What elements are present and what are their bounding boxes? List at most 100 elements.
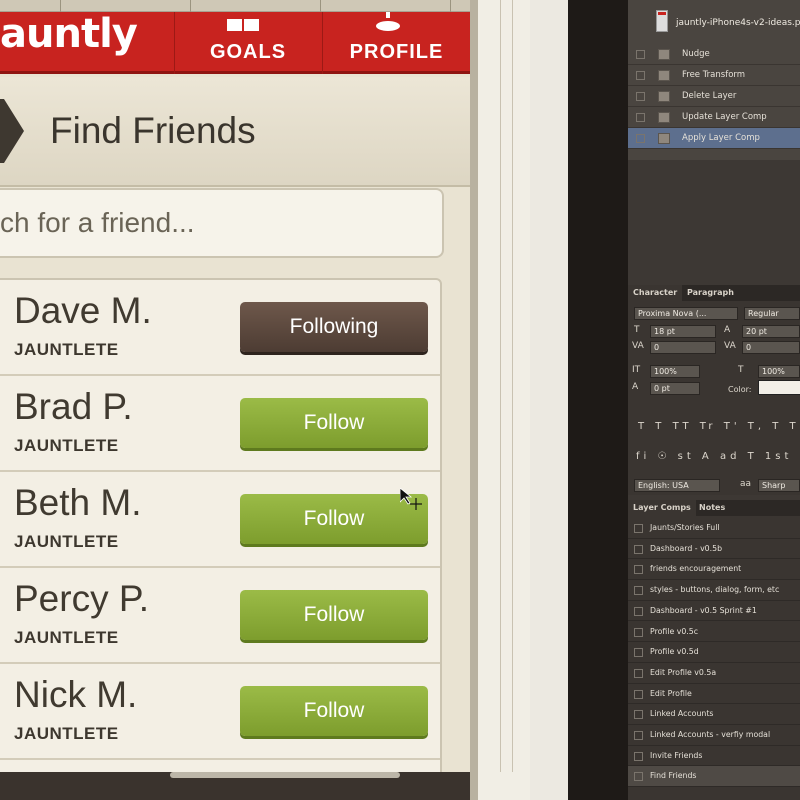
checkbox-icon[interactable] bbox=[634, 627, 643, 637]
person-icon bbox=[376, 12, 400, 31]
font-style-select[interactable]: Regular bbox=[744, 307, 800, 320]
friend-name: Beth M. bbox=[14, 482, 142, 523]
search-box[interactable] bbox=[0, 188, 444, 258]
back-arrow-icon[interactable] bbox=[0, 99, 24, 163]
text-color-swatch[interactable] bbox=[758, 380, 800, 395]
follow-button[interactable]: Follow bbox=[240, 590, 428, 640]
checkbox-icon[interactable] bbox=[634, 668, 643, 678]
layer-comp-label: Find Friends bbox=[650, 771, 697, 781]
move-cursor-icon bbox=[400, 488, 422, 510]
checkbox-icon[interactable] bbox=[636, 92, 645, 101]
checkbox-icon[interactable] bbox=[636, 50, 645, 59]
baseline-shift-field[interactable]: 0 pt bbox=[650, 382, 700, 395]
canvas-edge bbox=[470, 0, 478, 800]
checkbox-icon[interactable] bbox=[634, 751, 643, 761]
checkbox-icon[interactable] bbox=[636, 134, 645, 143]
list-item: Dave M. JAUNTLETE Following bbox=[0, 280, 440, 376]
guide-line bbox=[500, 0, 501, 772]
checkbox-icon[interactable] bbox=[634, 586, 643, 596]
antialias-select[interactable]: Sharp bbox=[758, 479, 800, 492]
checkbox-icon[interactable] bbox=[634, 524, 643, 533]
horizontal-scrollbar[interactable] bbox=[170, 772, 400, 778]
kerning-field[interactable]: 0 bbox=[650, 341, 716, 354]
layer-comp-label: Edit Profile v0.5a bbox=[650, 667, 717, 677]
history-step-icon bbox=[658, 133, 670, 144]
layer-comp-label: Invite Friends bbox=[650, 750, 703, 760]
checkbox-icon[interactable] bbox=[636, 113, 645, 122]
layer-comp-label: Linked Accounts - verfiy modal bbox=[650, 730, 771, 739]
layer-comp-item[interactable]: styles - buttons, dialog, form, etc bbox=[628, 580, 800, 601]
checkbox-icon[interactable] bbox=[634, 689, 643, 699]
checkbox-icon[interactable] bbox=[634, 565, 643, 575]
kerning-icon: VA bbox=[632, 341, 644, 351]
history-panel: jauntly-iPhone4s-v2-ideas.psd Nudge Free… bbox=[628, 0, 800, 160]
layer-comp-label: friends encouragement bbox=[650, 564, 742, 574]
app-header: auntly GOALS PROFILE bbox=[0, 12, 470, 74]
layer-comp-item[interactable]: Invite Friends bbox=[628, 746, 800, 767]
list-item: Beth M. JAUNTLETE Follow bbox=[0, 472, 440, 568]
friend-name: Dave M. bbox=[14, 290, 152, 331]
following-button[interactable]: Following bbox=[240, 302, 428, 352]
layer-comp-item[interactable]: Profile v0.5d bbox=[628, 642, 800, 663]
character-tabs: Character Paragraph bbox=[628, 285, 800, 301]
tab-paragraph[interactable]: Paragraph bbox=[682, 285, 739, 301]
tab-notes[interactable]: Notes bbox=[694, 500, 730, 516]
nav-profile[interactable]: PROFILE bbox=[323, 12, 470, 74]
baseline-shift-icon: A bbox=[632, 382, 639, 392]
history-item-active[interactable]: Apply Layer Comp bbox=[628, 128, 800, 149]
checkbox-icon[interactable] bbox=[634, 544, 643, 554]
friend-name: Brad P. bbox=[14, 386, 133, 427]
layer-comp-item[interactable]: friends encouragement bbox=[628, 559, 800, 581]
history-item[interactable]: Free Transform bbox=[628, 65, 800, 86]
leading-field[interactable]: 20 pt bbox=[742, 325, 800, 338]
tab-character[interactable]: Character bbox=[628, 285, 683, 301]
nav-profile-label: PROFILE bbox=[349, 41, 444, 63]
follow-button[interactable]: Follow bbox=[240, 398, 428, 448]
font-size-field[interactable]: 18 pt bbox=[650, 325, 716, 338]
page-title: Find Friends bbox=[50, 110, 256, 151]
layer-comp-item[interactable]: Jaunts/Stories Full bbox=[628, 518, 800, 539]
language-select[interactable]: English: USA bbox=[634, 479, 720, 492]
type-style-buttons[interactable]: T T TT Tr T' T, T T bbox=[638, 421, 800, 432]
opentype-buttons[interactable]: fi ☉ st A ad T 1st ½ bbox=[636, 451, 800, 462]
tab-layer-comps[interactable]: Layer Comps bbox=[628, 500, 696, 516]
nav-goals[interactable]: GOALS bbox=[175, 12, 321, 74]
layer-comp-label: Dashboard - v0.5 Sprint #1 bbox=[650, 605, 757, 615]
history-item-label: Free Transform bbox=[682, 70, 746, 80]
layer-comps-panel: Layer Comps Notes Jaunts/Stories Full Das… bbox=[628, 500, 800, 800]
horizontal-scale-field[interactable]: 100% bbox=[758, 365, 800, 378]
checkbox-icon[interactable] bbox=[634, 648, 643, 658]
history-item-label: Update Layer Comp bbox=[682, 112, 767, 122]
history-item[interactable]: Update Layer Comp bbox=[628, 107, 800, 128]
checkbox-icon[interactable] bbox=[634, 772, 643, 782]
history-item[interactable]: Nudge bbox=[628, 44, 800, 65]
search-input[interactable] bbox=[0, 190, 442, 256]
layer-comp-item[interactable]: Profile v0.5c bbox=[628, 622, 800, 643]
font-size-icon: T bbox=[634, 325, 640, 335]
checkbox-icon[interactable] bbox=[634, 606, 643, 616]
title-bar: Find Friends bbox=[0, 77, 470, 187]
tracking-field[interactable]: 0 bbox=[742, 341, 800, 354]
history-item[interactable]: Delete Layer bbox=[628, 86, 800, 107]
checkbox-icon[interactable] bbox=[634, 731, 643, 740]
font-family-select[interactable]: Proxima Nova (... bbox=[634, 307, 738, 320]
mockup-canvas: auntly GOALS PROFILE Find Friends Dave M… bbox=[0, 0, 470, 772]
layer-comp-item[interactable]: Linked Accounts - verfiy modal bbox=[628, 725, 800, 746]
follow-button[interactable]: Follow bbox=[240, 686, 428, 736]
layer-comp-label: Dashboard - v0.5b bbox=[650, 543, 723, 553]
layer-comp-item[interactable]: Dashboard - v0.5 Sprint #1 bbox=[628, 601, 800, 622]
checkbox-icon[interactable] bbox=[634, 710, 643, 720]
friend-name: Nick M. bbox=[14, 674, 138, 715]
vertical-scale-field[interactable]: 100% bbox=[650, 365, 700, 378]
app-logo[interactable]: auntly bbox=[0, 12, 138, 56]
checkbox-icon[interactable] bbox=[636, 71, 645, 80]
layer-comp-item[interactable]: Dashboard - v0.5b bbox=[628, 539, 800, 560]
history-step-icon bbox=[658, 49, 670, 60]
layer-comp-item[interactable]: Linked Accounts bbox=[628, 704, 800, 725]
layer-comp-item[interactable]: Find Friends bbox=[628, 766, 800, 788]
layer-comp-item[interactable]: Edit Profile v0.5a bbox=[628, 663, 800, 684]
grid-icon bbox=[227, 18, 261, 32]
layer-comp-item[interactable]: Edit Profile bbox=[628, 684, 800, 705]
color-label: Color: bbox=[728, 385, 752, 394]
tracking-icon: VA bbox=[724, 341, 736, 351]
